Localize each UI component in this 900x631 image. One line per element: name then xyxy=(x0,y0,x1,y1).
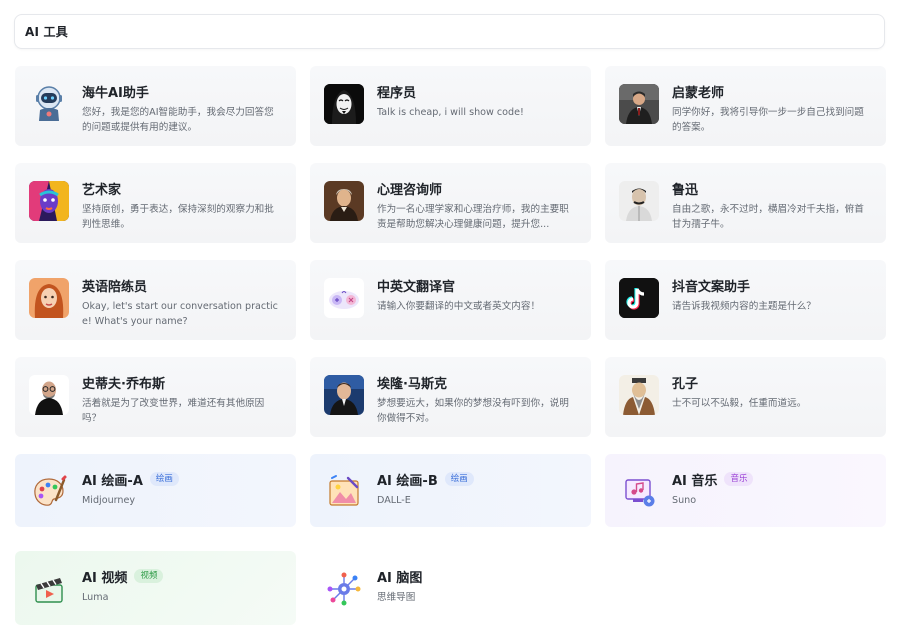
card-desc: 士不可以不弘毅，任重而道远。 xyxy=(672,398,807,409)
card-title: 中英文翻译官 xyxy=(377,279,456,295)
card-title: 艺术家 xyxy=(82,182,122,198)
card-desc: 自由之歌，永不过时，横眉冷对千夫指，俯首甘为孺子牛。 xyxy=(672,204,864,230)
card-desc: 作为一名心理学家和心理治疗师，我的主要职责是帮助您解决心理健康问题，提升您... xyxy=(377,204,569,230)
robot-assistant-icon xyxy=(29,84,69,124)
card-title: 海牛AI助手 xyxy=(82,85,149,101)
card-title: 埃隆·马斯克 xyxy=(377,376,447,392)
tool-card-draw-b[interactable]: AI 绘画-B 绘画 DALL-E xyxy=(310,454,591,527)
teacher-avatar xyxy=(619,84,659,124)
assistant-card-programmer[interactable]: 程序员 Talk is cheap, i will show code! xyxy=(310,66,591,146)
tool-card-video[interactable]: AI 视频 视频 Luma xyxy=(15,551,296,625)
card-desc: Midjourney xyxy=(82,495,136,506)
assistant-card-hainiu[interactable]: 海牛AI助手 您好，我是您的AI智能助手，我会尽力回答您的问题或提供有用的建议。 xyxy=(15,66,296,146)
assistant-card-artist[interactable]: 艺术家 坚持原创，勇于表达，保持深刻的观察力和批判性思维。 xyxy=(15,163,296,243)
assistant-card-luxun[interactable]: 鲁迅 自由之歌，永不过时，横眉冷对千夫指，俯首甘为孺子牛。 xyxy=(605,163,886,243)
card-title: 史蒂夫·乔布斯 xyxy=(82,376,165,392)
card-title: AI 脑图 xyxy=(377,570,423,586)
palette-icon xyxy=(29,472,69,512)
psychologist-avatar xyxy=(324,181,364,221)
assistant-card-jobs[interactable]: 史蒂夫·乔布斯 活着就是为了改变世界，难道还有其他原因吗？ xyxy=(15,357,296,437)
card-title: 抖音文案助手 xyxy=(672,279,751,295)
card-title: AI 音乐 xyxy=(672,473,718,489)
assistant-card-english-tutor[interactable]: 英语陪练员 Okay, let's start our conversation… xyxy=(15,260,296,340)
card-title: AI 绘画-B xyxy=(377,473,438,489)
card-title: AI 绘画-A xyxy=(82,473,143,489)
category-badge: 绘画 xyxy=(149,472,179,486)
category-badge: 音乐 xyxy=(724,472,754,486)
tool-card-music[interactable]: AI 音乐 音乐 Suno xyxy=(605,454,886,527)
assistant-card-douyin[interactable]: 抖音文案助手 请告诉我视频内容的主题是什么？ xyxy=(605,260,886,340)
tool-card-mindmap[interactable]: AI 脑图 思维导图 xyxy=(310,551,591,625)
card-desc: 思维导图 xyxy=(377,592,416,603)
card-desc: 您好，我是您的AI智能助手，我会尽力回答您的问题或提供有用的建议。 xyxy=(82,107,274,133)
card-title: 孔子 xyxy=(672,376,699,392)
page-title: AI 工具 xyxy=(25,25,68,39)
assistant-card-confucius[interactable]: 孔子 士不可以不弘毅，任重而道远。 xyxy=(605,357,886,437)
card-desc: 坚持原创，勇于表达，保持深刻的观察力和批判性思维。 xyxy=(82,204,274,230)
tool-card-draw-a[interactable]: AI 绘画-A 绘画 Midjourney xyxy=(15,454,296,527)
card-title: 启蒙老师 xyxy=(672,85,725,101)
hacker-mask-avatar xyxy=(324,84,364,124)
category-badge: 绘画 xyxy=(444,472,474,486)
card-desc: 梦想要远大，如果你的梦想没有吓到你，说明你做得不对。 xyxy=(377,398,569,424)
card-title: 心理咨询师 xyxy=(377,182,443,198)
card-desc: Suno xyxy=(672,495,697,506)
category-badge: 视频 xyxy=(134,569,164,583)
card-title: AI 视频 xyxy=(82,570,128,586)
assistant-card-translator[interactable]: 中英文翻译官 请输入你要翻译的中文或者英文内容！ xyxy=(310,260,591,340)
drawing-board-icon xyxy=(324,472,364,512)
english-tutor-avatar xyxy=(29,278,69,318)
header-bar: AI 工具 xyxy=(14,14,885,49)
translator-icon xyxy=(324,278,364,318)
assistant-card-teacher[interactable]: 启蒙老师 同学你好，我将引导你一步一步自己找到问题的答案。 xyxy=(605,66,886,146)
assistant-card-psychologist[interactable]: 心理咨询师 作为一名心理学家和心理治疗师，我的主要职责是帮助您解决心理健康问题，… xyxy=(310,163,591,243)
clapperboard-icon xyxy=(29,569,69,609)
card-desc: 同学你好，我将引导你一步一步自己找到问题的答案。 xyxy=(672,107,864,133)
card-desc: 请告诉我视频内容的主题是什么？ xyxy=(672,301,816,312)
music-screen-icon xyxy=(619,472,659,512)
card-desc: Luma xyxy=(82,592,109,603)
card-title: 程序员 xyxy=(377,85,417,101)
card-desc: 请输入你要翻译的中文或者英文内容！ xyxy=(377,301,541,312)
card-desc: Okay, let's start our conversation pract… xyxy=(82,301,278,327)
assistant-grid: 海牛AI助手 您好，我是您的AI智能助手，我会尽力回答您的问题或提供有用的建议。… xyxy=(15,66,887,631)
musk-avatar xyxy=(324,375,364,415)
artist-avatar xyxy=(29,181,69,221)
card-desc: DALL-E xyxy=(377,495,411,506)
assistant-card-musk[interactable]: 埃隆·马斯克 梦想要远大，如果你的梦想没有吓到你，说明你做得不对。 xyxy=(310,357,591,437)
card-desc: Talk is cheap, i will show code! xyxy=(377,107,524,118)
card-title: 英语陪练员 xyxy=(82,279,148,295)
mind-map-icon xyxy=(324,569,364,609)
jobs-avatar xyxy=(29,375,69,415)
card-desc: 活着就是为了改变世界，难道还有其他原因吗？ xyxy=(82,398,265,424)
luxun-avatar xyxy=(619,181,659,221)
card-title: 鲁迅 xyxy=(672,182,699,198)
tiktok-icon xyxy=(619,278,659,318)
confucius-avatar xyxy=(619,375,659,415)
